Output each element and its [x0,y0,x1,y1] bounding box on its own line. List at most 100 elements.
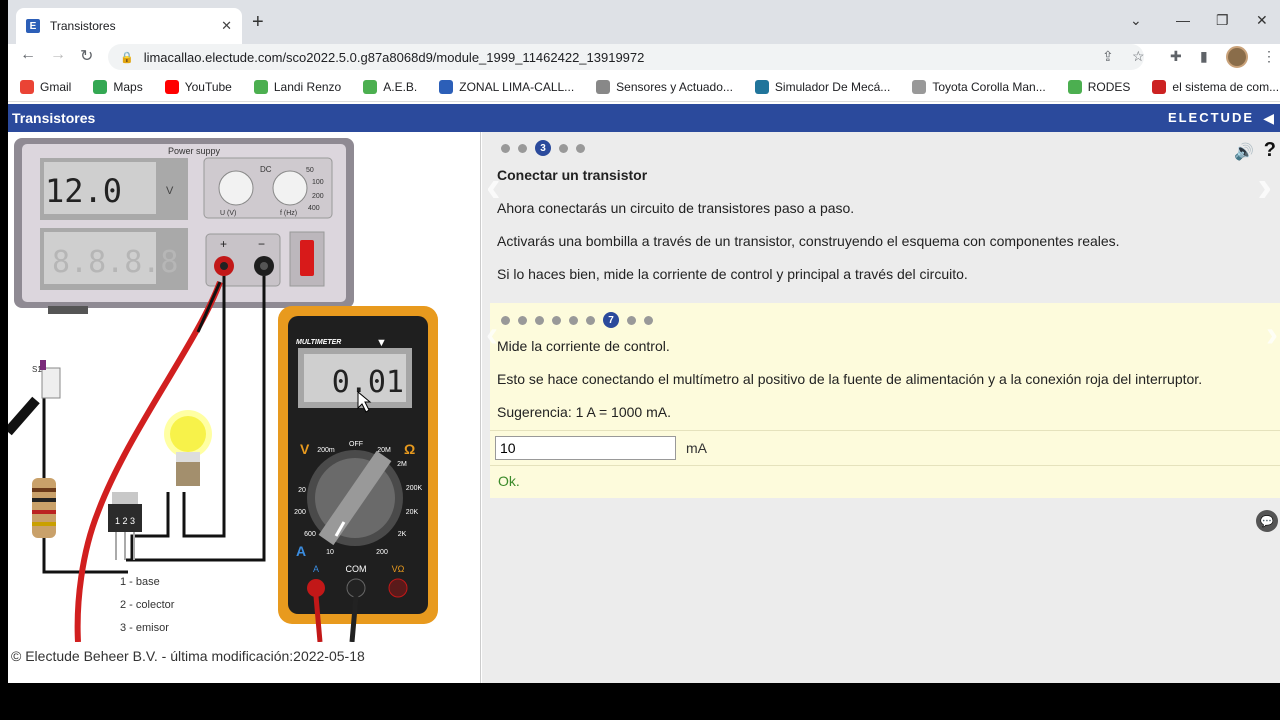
forward-arrow-icon[interactable]: → [50,46,66,64]
next-step-chevron-icon[interactable]: › [1257,162,1272,212]
minimize-icon[interactable]: — [1176,12,1190,28]
range-2k: 2K [398,531,407,538]
step-dot[interactable] [518,143,527,153]
terminal-plus-label: + [220,237,227,251]
prev-step-chevron-icon[interactable]: ‹ [486,162,501,212]
voltage-knob[interactable] [218,170,254,206]
bookmark-item[interactable]: Toyota Corolla Man... [912,79,1046,94]
voltage-display: 12.0 [45,172,122,210]
step-dot[interactable] [501,143,510,153]
new-tab-button[interactable]: + [252,12,264,32]
port-vohm-jack[interactable] [388,578,408,598]
browser-toolbar: ← → ↻ 🔒 limacallao.electude.com/sco2022.… [8,44,1280,72]
port-a-label: A [313,564,319,574]
step-dot[interactable] [559,143,568,153]
window-close-icon[interactable]: ✕ [1256,12,1268,29]
multimeter-display: 0.01 [332,365,404,400]
transistor[interactable]: 1 2 3 [108,492,142,560]
svg-text:▼: ▼ [376,337,387,349]
port-a-jack[interactable] [307,579,325,597]
bookmark-label: RODES [1087,79,1131,94]
task-paragraph-3: Sugerencia: 1 A = 1000 mA. [497,404,671,420]
back-arrow-icon[interactable]: ← [20,46,36,64]
black-probe[interactable] [8,396,40,436]
f-label: f (Hz) [280,210,297,217]
answer-input[interactable] [495,436,676,460]
substep-dot[interactable] [586,315,595,325]
substep-dot[interactable] [569,315,578,325]
substep-dot[interactable] [518,315,527,325]
side-panel-icon[interactable]: ▮ [1200,48,1208,65]
power-switch[interactable] [300,240,314,276]
bookmark-item[interactable]: Simulador De Mecá... [754,79,890,94]
substep-dot[interactable] [535,315,544,325]
port-vohm-label: VΩ [392,564,405,574]
feedback-text: Ok. [498,473,520,489]
substep-dot[interactable]: 7 [603,312,619,328]
next-substep-chevron-icon[interactable]: › [1266,313,1278,355]
tab-close-icon[interactable]: ✕ [221,18,232,34]
task-paragraph-2: Esto se hace conectando el multímetro al… [497,371,1203,387]
address-bar[interactable]: 🔒 limacallao.electude.com/sco2022.5.0.g8… [108,44,1144,70]
help-icon[interactable]: ? [1264,139,1276,162]
task-box: 7 Mide la corriente de control. Esto se … [486,303,1280,498]
power-supply: Power suppy 12.0 V 8.8.8.8 DC U (V) f (H… [14,138,354,314]
step-dot[interactable]: 3 [535,140,551,156]
extensions-puzzle-icon[interactable]: ✚ [1170,48,1182,65]
pin-label-base: 1 - base [120,576,160,588]
restore-icon[interactable]: ❐ [1216,12,1229,29]
dc-label: DC [260,165,272,174]
youtube-icon [164,79,179,94]
bookmark-item[interactable]: A.E.B. [363,79,417,94]
step-dot[interactable] [576,143,585,153]
transistor-pin-numbers: 1 2 3 [115,516,135,526]
bookmark-item[interactable]: ZONAL LIMA-CALL... [439,79,574,94]
bookmark-star-icon[interactable]: ☆ [1132,48,1145,65]
substep-dot[interactable] [627,315,636,325]
frequency-knob[interactable] [272,170,308,206]
switch-label: S1 [32,365,42,374]
browser-window: E Transistores ✕ + ⌄ — ❐ ✕ ← → ↻ 🔒 limac… [8,0,1280,683]
intro-paragraph-3: Si lo haces bien, mide la corriente de c… [497,266,968,282]
leaf-icon [1067,79,1082,94]
light-bulb[interactable] [164,410,212,486]
bookmark-item[interactable]: Landi Renzo [253,79,341,94]
bookmark-item[interactable]: Sensores y Actuado... [596,79,733,94]
bookmark-item[interactable]: Maps [93,79,143,94]
lesson-panel: 3 🔊 ? Conectar un transistor Ahora conec… [482,132,1280,683]
menu-kebab-icon[interactable]: ⋮ [1262,48,1276,65]
port-com-jack[interactable] [346,578,366,598]
task-paragraph-1: Mide la corriente de control. [497,338,670,354]
f-value-400: 400 [308,205,320,212]
multimeter: MULTIMETER ▼ 0.01 OFF 200m 2M 20M 20 200… [278,306,438,642]
tab-transistores[interactable]: E Transistores ✕ [16,8,242,44]
tab-title: Transistores [50,19,116,33]
switch-s1[interactable]: S1 [32,360,61,399]
bookmark-item[interactable]: YouTube [164,79,232,94]
collapse-arrow-icon[interactable]: ◀ [1263,110,1274,127]
power-supply-label: Power suppy [168,146,221,156]
resistor[interactable] [32,478,56,538]
bookmark-label: Sensores y Actuado... [616,79,733,94]
bookmark-item[interactable]: Gmail [20,79,71,94]
prev-substep-chevron-icon[interactable]: ‹ [486,313,498,355]
chat-bubble-icon[interactable]: 💬 [1256,510,1278,532]
substep-dot[interactable] [501,315,510,325]
tab-search-chevron-icon[interactable]: ⌄ [1130,12,1142,29]
link-icon [596,79,611,94]
bookmark-label: Toyota Corolla Man... [932,79,1046,94]
bookmark-item[interactable]: el sistema de com... [1152,79,1279,94]
intro-paragraph-2: Activarás una bombilla a través de un tr… [497,233,1120,249]
substep-dot[interactable] [644,315,653,325]
wordpress-icon [754,79,769,94]
substep-dot[interactable] [552,315,561,325]
speaker-icon[interactable]: 🔊 [1234,142,1254,162]
share-icon[interactable]: ⇪ [1102,48,1114,65]
bookmark-item[interactable]: RODES [1067,79,1131,94]
reload-icon[interactable]: ↻ [80,46,93,66]
f-value-50: 50 [306,167,314,174]
bookmark-label: YouTube [184,79,232,94]
profile-avatar[interactable] [1226,46,1248,68]
electude-icon [439,79,454,94]
range-off: OFF [349,441,363,448]
